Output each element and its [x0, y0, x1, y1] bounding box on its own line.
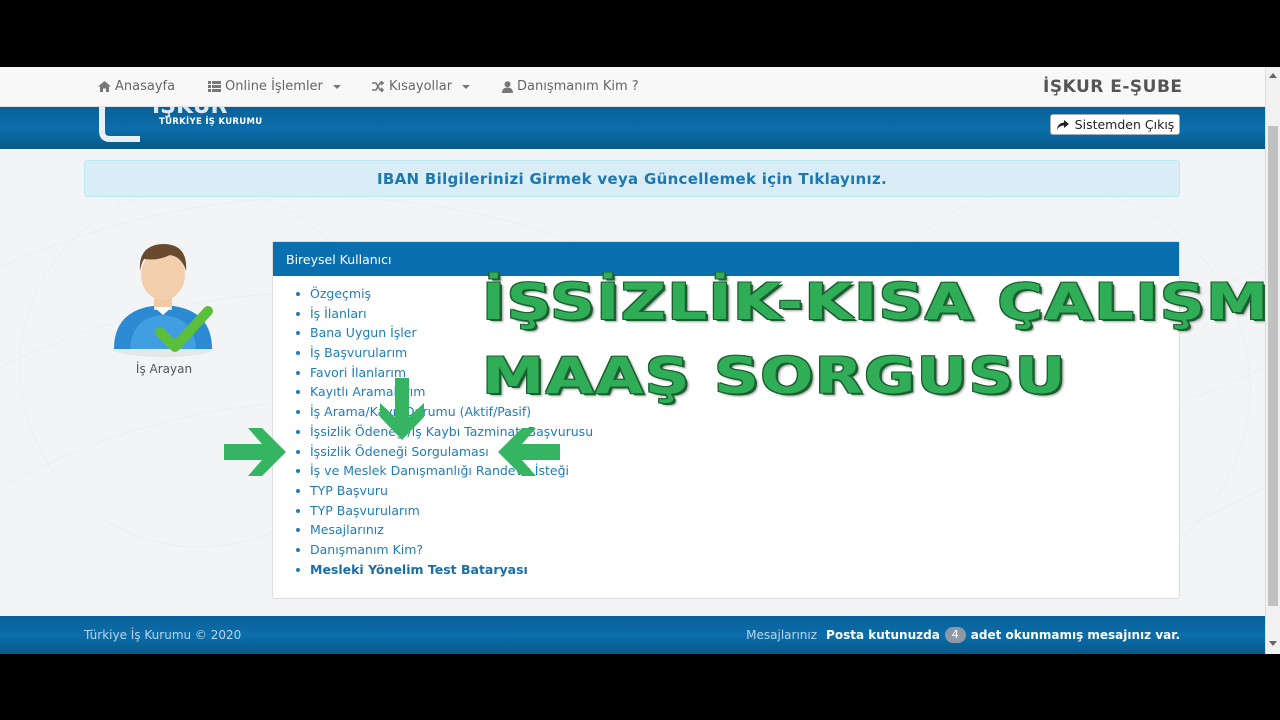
nav-kisayollar-label: Kısayollar — [389, 79, 453, 94]
overlay-title-line2: MAAŞ SORGUSU — [482, 347, 1067, 405]
role-label: İş Arayan — [135, 362, 193, 376]
scrollbar-thumb[interactable] — [1268, 126, 1278, 606]
footer-messages-link[interactable]: Mesajlarınız — [746, 628, 817, 642]
nav-danismanim-label: Danışmanım Kim ? — [517, 79, 639, 94]
menu-item-mesajlariniz[interactable]: Mesajlarınız — [295, 522, 593, 542]
top-navbar: Anasayfa Online İşlemler Kısayollar Danı… — [0, 67, 1265, 107]
unread-count-badge: 4 — [944, 627, 966, 643]
logo-subtitle: TÜRKİYE İŞ KURUMU — [159, 117, 263, 127]
nav-online-islemler-label: Online İşlemler — [225, 79, 323, 94]
panel-title: Bireysel Kullanıcı — [273, 242, 1179, 276]
chevron-down-icon — [332, 84, 341, 89]
nav-danismanim[interactable]: Danışmanım Kim ? — [502, 79, 639, 94]
menu-item-meslek-danismanligi-randevu[interactable]: İş ve Meslek Danışmanlığı Randevu İsteği — [295, 463, 593, 483]
scroll-up-icon[interactable] — [1269, 73, 1277, 78]
user-avatar-checkmark-icon — [110, 237, 230, 362]
nav-kisayollar[interactable]: Kısayollar — [372, 79, 471, 94]
footer-copyright: Türkiye İş Kurumu © 2020 — [84, 628, 242, 642]
brand-title[interactable]: İŞKUR E-ŞUBE — [1043, 77, 1183, 97]
nav-home-label: Anasayfa — [115, 79, 176, 94]
footer-messages: Mesajlarınız Posta kutunuzda 4 adet okun… — [746, 627, 1180, 643]
iban-banner-link[interactable]: IBAN Bilgilerinizi Girmek veya Güncellem… — [84, 160, 1180, 197]
menu-item-typ-basvuru[interactable]: TYP Başvuru — [295, 483, 593, 503]
page-footer: Türkiye İş Kurumu © 2020 Mesajlarınız Po… — [0, 616, 1265, 654]
logout-label: Sistemden Çıkış — [1074, 117, 1175, 132]
menu-item-is-arama-kayit-durumu[interactable]: İş Arama/Kayıt Durumu (Aktif/Pasif) — [295, 404, 593, 424]
footer-inbox-suffix: adet okunmamış mesajınız var. — [970, 628, 1180, 642]
page-scrollbar[interactable] — [1265, 67, 1280, 654]
menu-item-mesleki-yonelim-test[interactable]: Mesleki Yönelim Test Bataryası — [295, 562, 593, 582]
overlay-title-line1: İŞSİZLİK-KISA ÇALIŞMA — [482, 273, 1280, 331]
nav-home[interactable]: Anasayfa — [98, 79, 175, 94]
home-icon — [98, 81, 111, 92]
scroll-down-icon[interactable] — [1269, 641, 1277, 646]
menu-item-issizlik-odenegi-sorgulamasi[interactable]: İşsizlik Ödeneği Sorgulaması — [295, 444, 593, 464]
menu-item-typ-basvurularim[interactable]: TYP Başvurularım — [295, 503, 593, 523]
list-icon — [208, 81, 221, 92]
browser-viewport: İŞKUR TÜRKİYE İŞ KURUMU Sistemden Çıkış … — [0, 67, 1280, 654]
menu-item-danismanim-kim[interactable]: Danışmanım Kim? — [295, 542, 593, 562]
share-icon — [1056, 119, 1069, 130]
footer-inbox-prefix: Posta kutunuzda — [826, 628, 940, 642]
chevron-down-icon — [462, 84, 471, 89]
menu-item-issizlik-odenegi-basvurusu[interactable]: İşsizlik Ödeneği/İş Kaybı Tazminatı Başv… — [295, 424, 593, 444]
header-band: İŞKUR TÜRKİYE İŞ KURUMU Sistemden Çıkış — [0, 93, 1265, 149]
nav-online-islemler[interactable]: Online İşlemler — [208, 79, 341, 94]
user-icon — [502, 80, 513, 93]
logout-button[interactable]: Sistemden Çıkış — [1050, 114, 1180, 135]
shuffle-icon — [372, 81, 385, 92]
